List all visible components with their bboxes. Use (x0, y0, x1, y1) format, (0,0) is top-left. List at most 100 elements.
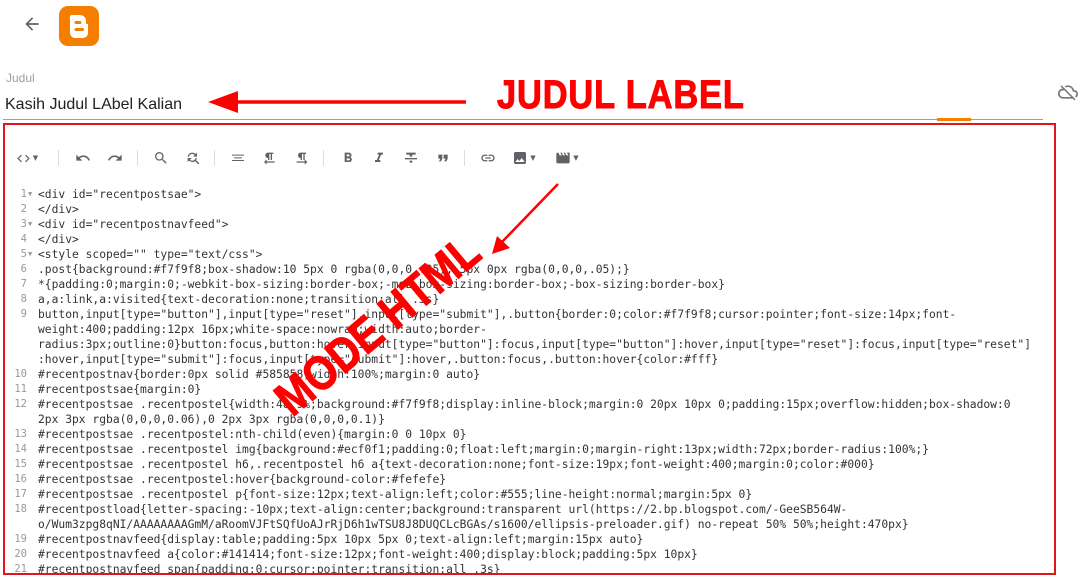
line-number-text: 2 (20, 203, 27, 215)
line-number (5, 322, 37, 337)
blogger-logo-icon[interactable] (59, 6, 99, 46)
code-line-text: </div> (38, 233, 79, 246)
link-button[interactable] (475, 146, 501, 170)
code-line[interactable]: o/Wum3zpg8qNI/AAAAAAAAGmM/aRoomVJFtSQfUo… (5, 517, 1054, 532)
fold-toggle-icon (28, 547, 36, 562)
code-line[interactable]: 16 #recentpostsae .recentpostel:hover{bac… (5, 472, 1054, 487)
insert-video-button[interactable]: ▼ (550, 146, 584, 170)
line-number-text: 12 (14, 398, 27, 410)
code-line-text: #recentpostnavfeed{display:table;padding… (38, 533, 644, 546)
fold-toggle-icon (28, 277, 36, 292)
cloud-off-icon (1058, 85, 1078, 101)
code-line[interactable]: :hover,input[type="submit"]:focus,input[… (5, 352, 1054, 367)
code-line[interactable]: 13 #recentpostsae .recentpostel:nth-child… (5, 427, 1054, 442)
align-icon (232, 154, 244, 161)
code-line-text: 2px 3px rgba(0,0,0,0.06),0 2px 3px rgba(… (38, 413, 385, 426)
title-field-label: Judul (6, 71, 35, 85)
redo-button[interactable] (102, 146, 128, 170)
code-line[interactable]: 20 #recentpostnavfeed a{color:#141414;fon… (5, 547, 1054, 562)
strikethrough-button[interactable] (398, 146, 424, 170)
fold-toggle-icon (28, 337, 36, 352)
code-line-text: </div> (38, 203, 79, 216)
redo-icon (108, 154, 122, 161)
code-line-text: <div id="recentpostsae"> (38, 188, 202, 201)
code-line[interactable]: 21 #recentpostnavfeed span{padding:0;curs… (5, 562, 1054, 575)
code-line[interactable]: 11 #recentpostsae{margin:0} (5, 382, 1054, 397)
line-number: 21 (5, 562, 37, 575)
code-line[interactable]: 10 #recentpostnav{border:0px solid #58585… (5, 367, 1054, 382)
find-replace-button[interactable] (180, 146, 206, 170)
insert-image-button[interactable]: ▼ (507, 146, 541, 170)
fold-toggle-icon (28, 502, 36, 517)
chevron-down-icon: ▼ (530, 154, 536, 162)
code-line-text: #recentpostsae .recentpostel img{backgro… (38, 443, 929, 456)
fold-toggle-icon (28, 442, 36, 457)
code-line[interactable]: 6 .post{background:#f7f9f8;box-shadow:10 … (5, 262, 1054, 277)
mode-switch-button[interactable]: ▼ (11, 146, 43, 170)
line-number-text: 9 (20, 308, 27, 320)
bold-icon (344, 152, 352, 162)
line-number (5, 352, 37, 367)
line-number-text: 1 (20, 188, 27, 200)
code-line-text: <div id="recentpostnavfeed"> (38, 218, 229, 231)
fold-toggle-icon (28, 427, 36, 442)
fold-toggle-icon (28, 307, 36, 322)
code-line[interactable]: 2px 3px rgba(0,0,0,0.06),0 2px 3px rgba(… (5, 412, 1054, 427)
line-number-text: 19 (14, 533, 27, 545)
line-number: 9 (5, 307, 37, 322)
code-line[interactable]: 7 *{padding:0;margin:0;-webkit-box-sizing… (5, 277, 1054, 292)
paragraph-alt-button[interactable] (289, 146, 315, 170)
bold-button[interactable] (335, 146, 361, 170)
fold-toggle-icon (28, 232, 36, 247)
undo-icon (76, 154, 90, 161)
paragraph-button[interactable] (257, 146, 283, 170)
code-line[interactable]: 17 #recentpostsae .recentpostel p{font-si… (5, 487, 1054, 502)
line-number: 17 (5, 487, 37, 502)
fold-toggle-icon[interactable]: ▼ (28, 247, 36, 262)
fold-toggle-icon (28, 382, 36, 397)
chevron-down-icon: ▼ (573, 154, 579, 162)
code-line[interactable]: 9 button,input[type="button"],input[type=… (5, 307, 1054, 322)
fold-toggle-icon (28, 262, 36, 277)
code-line-text: #recentpostsae{margin:0} (38, 383, 202, 396)
toolbar-divider (137, 150, 138, 166)
fold-toggle-icon (28, 472, 36, 487)
code-line[interactable]: weight:400;padding:12px 16px;white-space… (5, 322, 1054, 337)
paragraph-icon (296, 152, 308, 165)
code-line[interactable]: 14 #recentpostsae .recentpostel img{backg… (5, 442, 1054, 457)
fold-toggle-icon[interactable]: ▼ (28, 187, 36, 202)
code-line[interactable]: 15 #recentpostsae .recentpostel h6,.recen… (5, 457, 1054, 472)
code-line-text: #recentpostsae .recentpostel p{font-size… (38, 488, 753, 501)
code-line[interactable]: 8 a,a:link,a:visited{text-decoration:none… (5, 292, 1054, 307)
italic-button[interactable] (366, 146, 392, 170)
fold-toggle-icon (28, 367, 36, 382)
line-number-text: 3 (20, 218, 27, 230)
line-number: 20 (5, 547, 37, 562)
code-line[interactable]: 18 #recentpostload{letter-spacing:-10px;t… (5, 502, 1054, 517)
line-number-text: 10 (14, 368, 27, 380)
code-line[interactable]: radius:3px;outline:0}button:focus,button… (5, 337, 1054, 352)
line-number-text: 14 (14, 443, 27, 455)
fold-toggle-icon (28, 487, 36, 502)
back-button[interactable] (18, 10, 46, 38)
toolbar-divider (214, 150, 215, 166)
format-button[interactable] (225, 146, 251, 170)
link-icon (481, 154, 495, 162)
line-number: 11 (5, 382, 37, 397)
annotation-judul-label: JUDUL LABEL (497, 73, 745, 118)
code-line[interactable]: 12 #recentpostsae .recentpostel{width:48.… (5, 397, 1054, 412)
image-icon (514, 152, 527, 164)
find-replace-icon (187, 152, 200, 165)
code-line[interactable]: 19 #recentpostnavfeed{display:table;paddi… (5, 532, 1054, 547)
line-number-text: 16 (14, 473, 27, 485)
line-number: 5 ▼ (5, 247, 37, 262)
code-line-text: #recentpostsae .recentpostel h6,.recentp… (38, 458, 875, 471)
fold-toggle-icon (28, 397, 36, 412)
top-bar (0, 0, 1078, 56)
fold-toggle-icon[interactable]: ▼ (28, 217, 36, 232)
undo-button[interactable] (70, 146, 96, 170)
toolbar-divider (323, 150, 324, 166)
line-number-text: 21 (14, 563, 27, 575)
quote-button[interactable] (430, 146, 456, 170)
search-button[interactable] (148, 146, 174, 170)
